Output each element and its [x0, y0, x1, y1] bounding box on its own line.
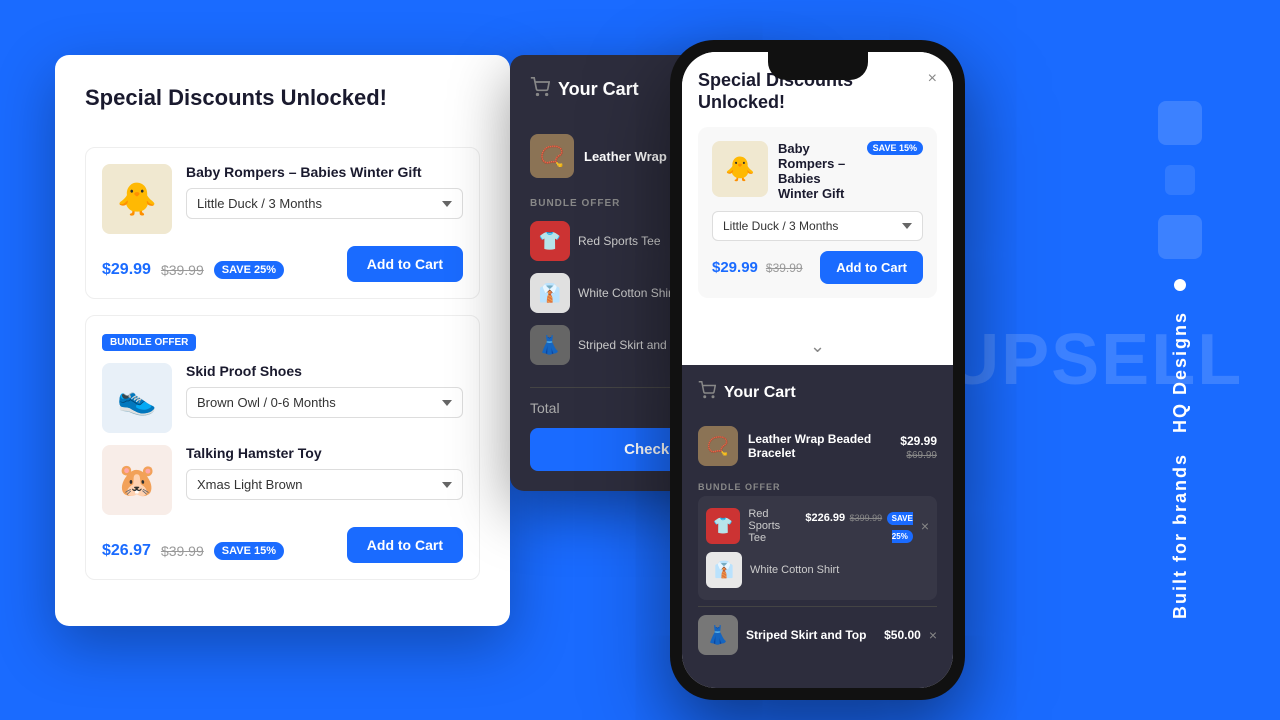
- mobile-cart-item-bracelet: 📿 Leather Wrap Beaded Bracelet $29.99 $6…: [698, 418, 937, 474]
- product-image-baby-rompers: 🐥: [102, 164, 172, 234]
- mobile-product-card: 🐥 Baby Rompers – Babies Winter Gift SAVE…: [698, 127, 937, 298]
- mobile-close-button[interactable]: ×: [928, 70, 937, 88]
- mobile-bundle-price-old-tee: $399.99: [850, 513, 883, 523]
- right-sidebar: HQ Designs Built for brands: [1080, 0, 1280, 720]
- product-name-hamster: Talking Hamster Toy: [186, 445, 463, 461]
- cart-item-image-bracelet: 📿: [530, 134, 574, 178]
- phone-screen: Special Discounts Unlocked! × 🐥 Baby Rom…: [682, 52, 953, 688]
- cart-total-label: Total: [530, 400, 560, 416]
- mobile-price-new: $29.99: [712, 259, 758, 276]
- product-name-baby-rompers: Baby Rompers – Babies Winter Gift: [186, 164, 463, 180]
- mobile-bundle-items-container: 👕 Red Sports Tee $226.99 $399.99 SAVE 25…: [698, 496, 937, 600]
- mobile-striped-price: $50.00: [884, 628, 921, 642]
- mobile-bundle-label: BUNDLE OFFER: [698, 474, 937, 496]
- price-new-baby-rompers: $29.99: [102, 261, 151, 279]
- mobile-striped-name: Striped Skirt and Top: [746, 628, 876, 642]
- mobile-cart-price-bracelet: $29.99: [900, 434, 937, 448]
- mobile-striped-image: 👗: [698, 615, 738, 655]
- decor-square-1: [1158, 101, 1202, 145]
- add-to-cart-bundle[interactable]: Add to Cart: [347, 527, 463, 563]
- cart-title: Your Cart: [558, 79, 639, 100]
- remove-tee-button[interactable]: ×: [921, 518, 929, 534]
- mobile-discounts-section: Special Discounts Unlocked! × 🐥 Baby Rom…: [682, 52, 953, 328]
- bundle-price-new: $26.97: [102, 542, 151, 560]
- built-for-brands-label: Built for brands: [1170, 453, 1191, 619]
- cart-icon: [530, 77, 550, 102]
- price-old-baby-rompers: $39.99: [161, 262, 204, 278]
- bundle-save-badge: SAVE 15%: [214, 542, 284, 560]
- mobile-bundle-save-badge: SAVE 25%: [887, 512, 913, 543]
- mobile-bundle-image-shirt: 👔: [706, 552, 742, 588]
- mobile-bundle-image-tee: 👕: [706, 508, 740, 544]
- mobile-product-name: Baby Rompers – Babies Winter Gift: [778, 141, 859, 201]
- mobile-save-badge: SAVE 15%: [867, 141, 923, 155]
- product-variant-select-hamster[interactable]: Xmas Light Brown Xmas Dark Brown: [186, 469, 463, 500]
- remove-striped-button[interactable]: ×: [929, 627, 937, 643]
- product-image-hamster: 🐹: [102, 445, 172, 515]
- add-to-cart-baby-rompers[interactable]: Add to Cart: [347, 246, 463, 282]
- mobile-bundle-price-tee: $226.99: [805, 512, 845, 524]
- mobile-cart-section: Your Cart 📿 Leather Wrap Beaded Bracelet…: [682, 365, 953, 688]
- mobile-cart-name-bracelet: Leather Wrap Beaded Bracelet: [748, 432, 890, 460]
- phone-frame: Special Discounts Unlocked! × 🐥 Baby Rom…: [670, 40, 965, 700]
- product-name-shoes: Skid Proof Shoes: [186, 363, 463, 379]
- decor-square-2: [1165, 165, 1195, 195]
- cart-striped-image: 👗: [530, 325, 570, 365]
- mobile-cart-image-bracelet: 📿: [698, 426, 738, 466]
- mobile-product-image: 🐥: [712, 141, 768, 197]
- mobile-price-old: $39.99: [766, 261, 803, 275]
- cart-bundle-image-shirt: 👔: [530, 273, 570, 313]
- phone-notch: [768, 52, 868, 80]
- hq-designs-label: HQ Designs: [1170, 311, 1191, 433]
- mobile-cart-title: Your Cart: [724, 384, 796, 402]
- mobile-cart-icon: [698, 381, 716, 404]
- product-variant-select-baby-rompers[interactable]: Little Duck / 3 Months Little Duck / 6 M…: [186, 188, 463, 219]
- save-badge-baby-rompers: SAVE 25%: [214, 261, 284, 279]
- decor-square-3: [1158, 215, 1202, 259]
- mobile-bundle-row-shirt: 👔 White Cotton Shirt: [706, 548, 929, 592]
- mobile-bundle-row-tee: 👕 Red Sports Tee $226.99 $399.99 SAVE 25…: [706, 504, 929, 548]
- mobile-add-to-cart[interactable]: Add to Cart: [820, 251, 923, 284]
- mobile-cart-price-old-bracelet: $69.99: [900, 450, 937, 461]
- product-card-bundle: BUNDLE OFFER 👟 Skid Proof Shoes Brown Ow…: [85, 315, 480, 580]
- bundle-price-old: $39.99: [161, 543, 204, 559]
- desktop-modal-title: Special Discounts Unlocked!: [85, 85, 387, 111]
- white-dot: [1174, 279, 1186, 291]
- mobile-bundle-name-shirt: White Cotton Shirt: [750, 564, 929, 576]
- product-variant-select-shoes[interactable]: Brown Owl / 0-6 Months Brown Owl / 6-12 …: [186, 387, 463, 418]
- bundle-badge: BUNDLE OFFER: [102, 334, 196, 351]
- mobile-chevron-icon: ⌄: [682, 328, 953, 365]
- mobile-striped-item: 👗 Striped Skirt and Top $50.00 ×: [698, 606, 937, 663]
- mobile-bundle-name-tee: Red Sports Tee: [748, 508, 780, 544]
- mobile-product-select[interactable]: Little Duck / 3 Months: [712, 211, 923, 241]
- product-card-baby-rompers: 🐥 Baby Rompers – Babies Winter Gift Litt…: [85, 147, 480, 299]
- phone-content: Special Discounts Unlocked! × 🐥 Baby Rom…: [682, 52, 953, 688]
- product-image-shoes: 👟: [102, 363, 172, 433]
- cart-bundle-image-tee: 👕: [530, 221, 570, 261]
- desktop-modal: Special Discounts Unlocked! 🐥 Baby Rompe…: [55, 55, 510, 626]
